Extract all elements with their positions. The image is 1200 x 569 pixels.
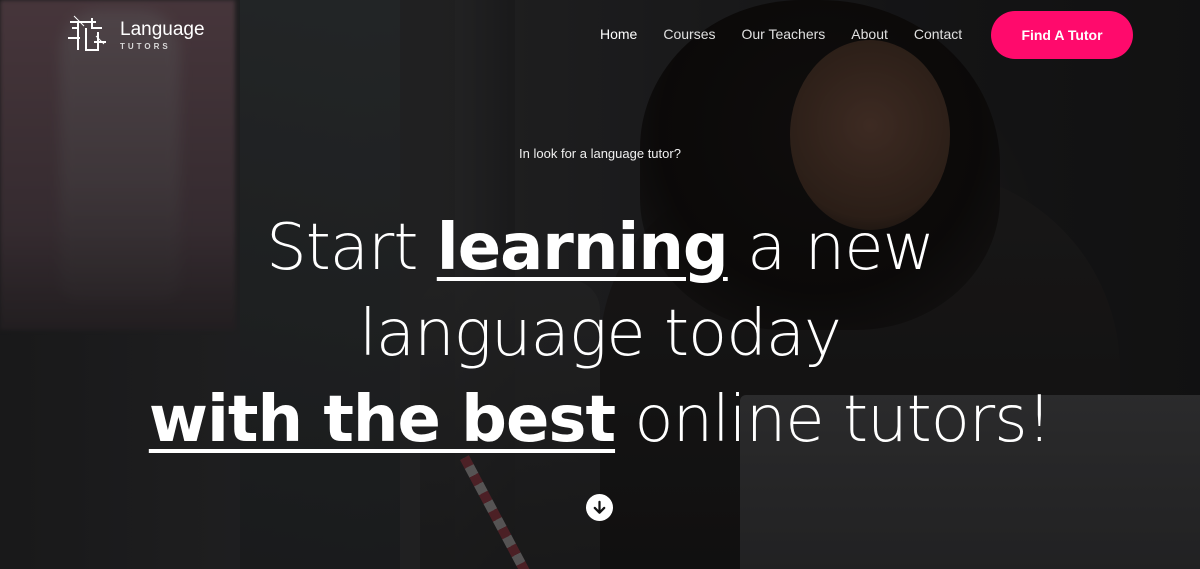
headline-emphasis-with-the-best: with the best — [148, 383, 616, 457]
nav-item-contact[interactable]: Contact — [914, 26, 962, 42]
headline-line-3-post: online tutors! — [615, 383, 1052, 457]
scroll-down-button[interactable] — [586, 494, 613, 521]
nav-item-about[interactable]: About — [851, 26, 888, 42]
headline-line-1-post: a new — [727, 211, 935, 285]
hero-kicker: In look for a language tutor? — [519, 146, 681, 161]
arrow-down-circle-icon — [593, 500, 606, 514]
headline-line-1: Start learning a new — [0, 205, 1200, 291]
nav-item-home[interactable]: Home — [600, 26, 637, 42]
main-nav: Home Courses Our Teachers About Contact — [600, 26, 962, 42]
brand-logo[interactable]: Language TUTORS — [66, 12, 205, 58]
brand-subtitle: TUTORS — [120, 41, 171, 51]
brand-title: Language — [120, 18, 205, 40]
find-a-tutor-button[interactable]: Find A Tutor — [991, 11, 1133, 59]
headline-emphasis-learning: learning — [436, 211, 729, 285]
site-header: Language TUTORS Home Courses Our Teacher… — [0, 0, 1200, 70]
brand-text: Language TUTORS — [120, 18, 205, 51]
nav-item-courses[interactable]: Courses — [663, 26, 715, 42]
logo-icon — [68, 15, 106, 51]
headline-line-1-pre: Start — [266, 211, 437, 285]
headline-line-2: language today — [359, 297, 842, 371]
hero-headline: Start learning a new language today with… — [0, 205, 1200, 463]
headline-line-3: with the best online tutors! — [0, 377, 1200, 463]
nav-item-our-teachers[interactable]: Our Teachers — [742, 26, 826, 42]
